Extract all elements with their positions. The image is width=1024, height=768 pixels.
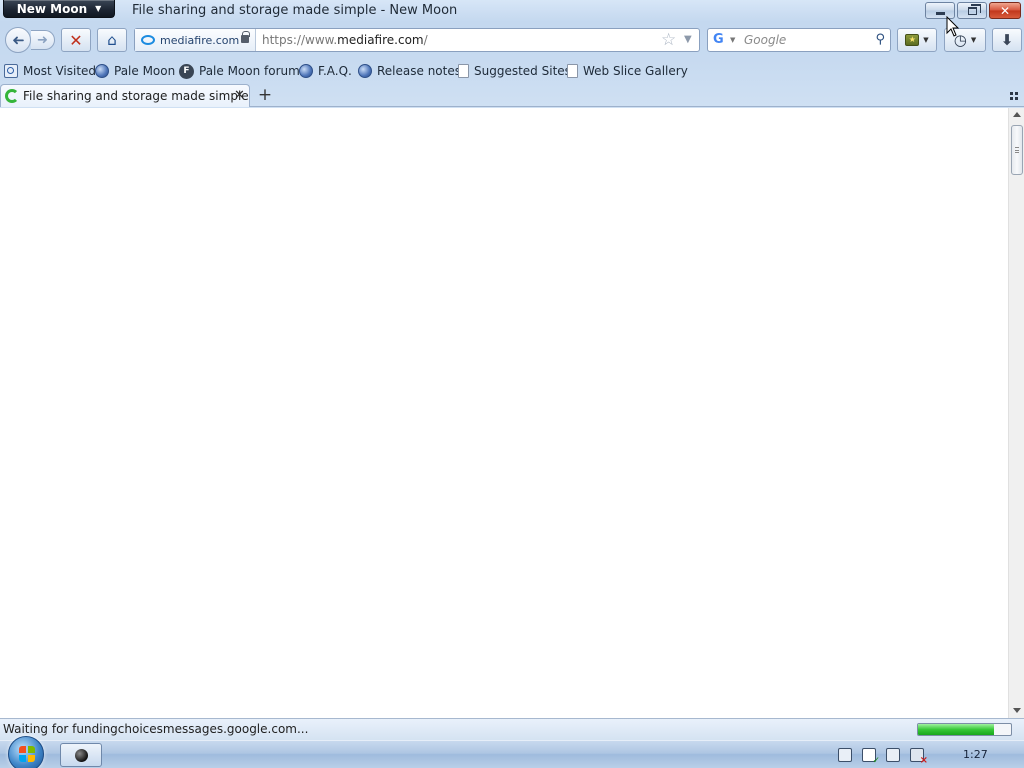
volume-muted-icon[interactable] [910, 748, 928, 766]
stop-button[interactable]: ✕ [61, 28, 91, 52]
scroll-down-arrow-icon[interactable] [1013, 708, 1021, 713]
bookmark-web-slice-gallery[interactable]: Web Slice Gallery [567, 62, 688, 80]
page-icon [458, 64, 469, 78]
progress-fill [918, 724, 995, 735]
chevron-down-icon: ▼ [923, 36, 929, 44]
bookmark-pale-moon-forum[interactable]: F Pale Moon forum [179, 62, 300, 80]
url-host: mediafire.com [337, 33, 424, 47]
page-icon [567, 64, 578, 78]
taskbar-browser-button[interactable] [60, 743, 102, 767]
taskbar-clock[interactable]: 1:27 [963, 748, 988, 761]
bookmark-label: Pale Moon [114, 64, 176, 78]
bookmark-label: Most Visited [23, 64, 97, 78]
search-icon[interactable]: ⚲ [875, 32, 885, 47]
bookmarks-menu-button[interactable]: ★ ▼ [897, 28, 937, 52]
new-moon-icon [74, 748, 88, 762]
back-button[interactable]: ➜ [5, 27, 31, 53]
action-center-icon[interactable] [862, 748, 880, 766]
grip-icon [1015, 147, 1019, 153]
url-history-dropdown-icon[interactable]: ▼ [684, 34, 692, 45]
most-visited-icon [4, 64, 18, 78]
system-tray [838, 741, 928, 768]
status-text: Waiting for fundingchoicesmessages.googl… [3, 722, 309, 736]
tab-bar: File sharing and storage made simple ✕ + [0, 84, 1024, 107]
app-menu-button[interactable]: New Moon ▼ [3, 0, 115, 18]
scrollbar-thumb[interactable] [1011, 125, 1023, 175]
home-button[interactable]: ⌂ [97, 28, 127, 52]
title-bar: New Moon ▼ File sharing and storage made… [0, 0, 1024, 22]
bookmarks-star-icon: ★ [905, 34, 920, 46]
page-content[interactable] [0, 108, 1008, 718]
bookmark-label: Suggested Sites [474, 64, 571, 78]
status-bar: Waiting for fundingchoicesmessages.googl… [0, 718, 1024, 740]
home-icon: ⌂ [107, 31, 117, 49]
bookmark-label: F.A.Q. [318, 64, 352, 78]
notification-icon[interactable] [838, 748, 852, 762]
minimize-icon [935, 11, 945, 15]
identity-host: mediafire.com [160, 33, 240, 47]
loading-throbber-icon [5, 89, 19, 103]
new-tab-button[interactable]: + [255, 85, 275, 105]
lock-icon [241, 31, 250, 43]
bookmark-star-icon[interactable]: ☆ [661, 30, 676, 50]
windows-logo-icon [19, 746, 35, 762]
plus-icon: + [257, 85, 273, 105]
restore-icon [967, 3, 981, 15]
bookmark-release-notes[interactable]: Release notes [358, 62, 461, 80]
search-engine-icon[interactable]: G [713, 32, 724, 47]
tab-close-icon[interactable]: ✕ [234, 88, 245, 103]
globe-icon [299, 64, 313, 78]
globe-icon [95, 64, 109, 78]
bookmarks-toolbar: Most Visited Pale Moon F Pale Moon forum… [0, 60, 1024, 82]
scroll-up-arrow-icon[interactable] [1013, 112, 1021, 117]
bookmark-label: Release notes [377, 64, 461, 78]
loading-progress-bar [917, 723, 1012, 736]
browser-window: New Moon ▼ File sharing and storage made… [0, 0, 1024, 740]
url-input[interactable]: https://www.mediafire.com/ [262, 33, 428, 47]
bookmark-most-visited[interactable]: Most Visited [4, 62, 96, 80]
list-all-tabs-icon[interactable] [1010, 92, 1018, 100]
site-identity-button[interactable]: mediafire.com [135, 29, 256, 51]
tab-label: File sharing and storage made simple [23, 89, 249, 103]
url-bar[interactable]: mediafire.com https://www.mediafire.com/… [134, 28, 700, 52]
forward-arrow-icon: ➜ [37, 32, 48, 48]
stop-icon: ✕ [69, 30, 83, 50]
search-bar: G ▼ ⚲ [707, 28, 891, 52]
globe-icon [358, 64, 372, 78]
tab-mediafire[interactable]: File sharing and storage made simple ✕ [0, 84, 250, 107]
site-favicon-icon [141, 35, 155, 45]
restore-button[interactable] [957, 2, 987, 19]
close-window-button[interactable]: ✕ [989, 2, 1021, 19]
app-menu-label: New Moon [16, 1, 88, 16]
url-suffix: / [423, 33, 428, 47]
bookmark-pale-moon[interactable]: Pale Moon [95, 62, 175, 80]
bookmark-label: Web Slice Gallery [583, 64, 688, 78]
chevron-down-icon: ▼ [970, 36, 977, 44]
taskbar: 1:27 [0, 736, 1024, 768]
bookmark-suggested-sites[interactable]: Suggested Sites [458, 62, 571, 80]
mouse-pointer-icon [946, 16, 960, 37]
window-title: File sharing and storage made simple - N… [132, 3, 458, 18]
url-prefix: https://www. [262, 33, 338, 47]
back-arrow-icon: ➜ [11, 31, 25, 49]
bookmark-faq[interactable]: F.A.Q. [299, 62, 352, 80]
vertical-scrollbar[interactable] [1008, 108, 1024, 718]
download-arrow-icon: ⬇ [1000, 31, 1014, 49]
start-button[interactable] [8, 736, 44, 768]
navigation-toolbar: ➜ ➜ ✕ ⌂ mediafire.com https://www.mediaf… [0, 24, 1024, 56]
chevron-down-icon: ▼ [95, 4, 102, 13]
search-input[interactable] [744, 31, 868, 49]
chevron-down-icon[interactable]: ▼ [730, 36, 735, 44]
bookmark-label: Pale Moon forum [199, 64, 300, 78]
downloads-button[interactable]: ⬇ [992, 28, 1022, 52]
forward-button[interactable]: ➜ [31, 30, 55, 50]
network-icon[interactable] [886, 748, 900, 762]
forum-icon: F [179, 63, 194, 79]
close-icon: ✕ [999, 3, 1011, 18]
